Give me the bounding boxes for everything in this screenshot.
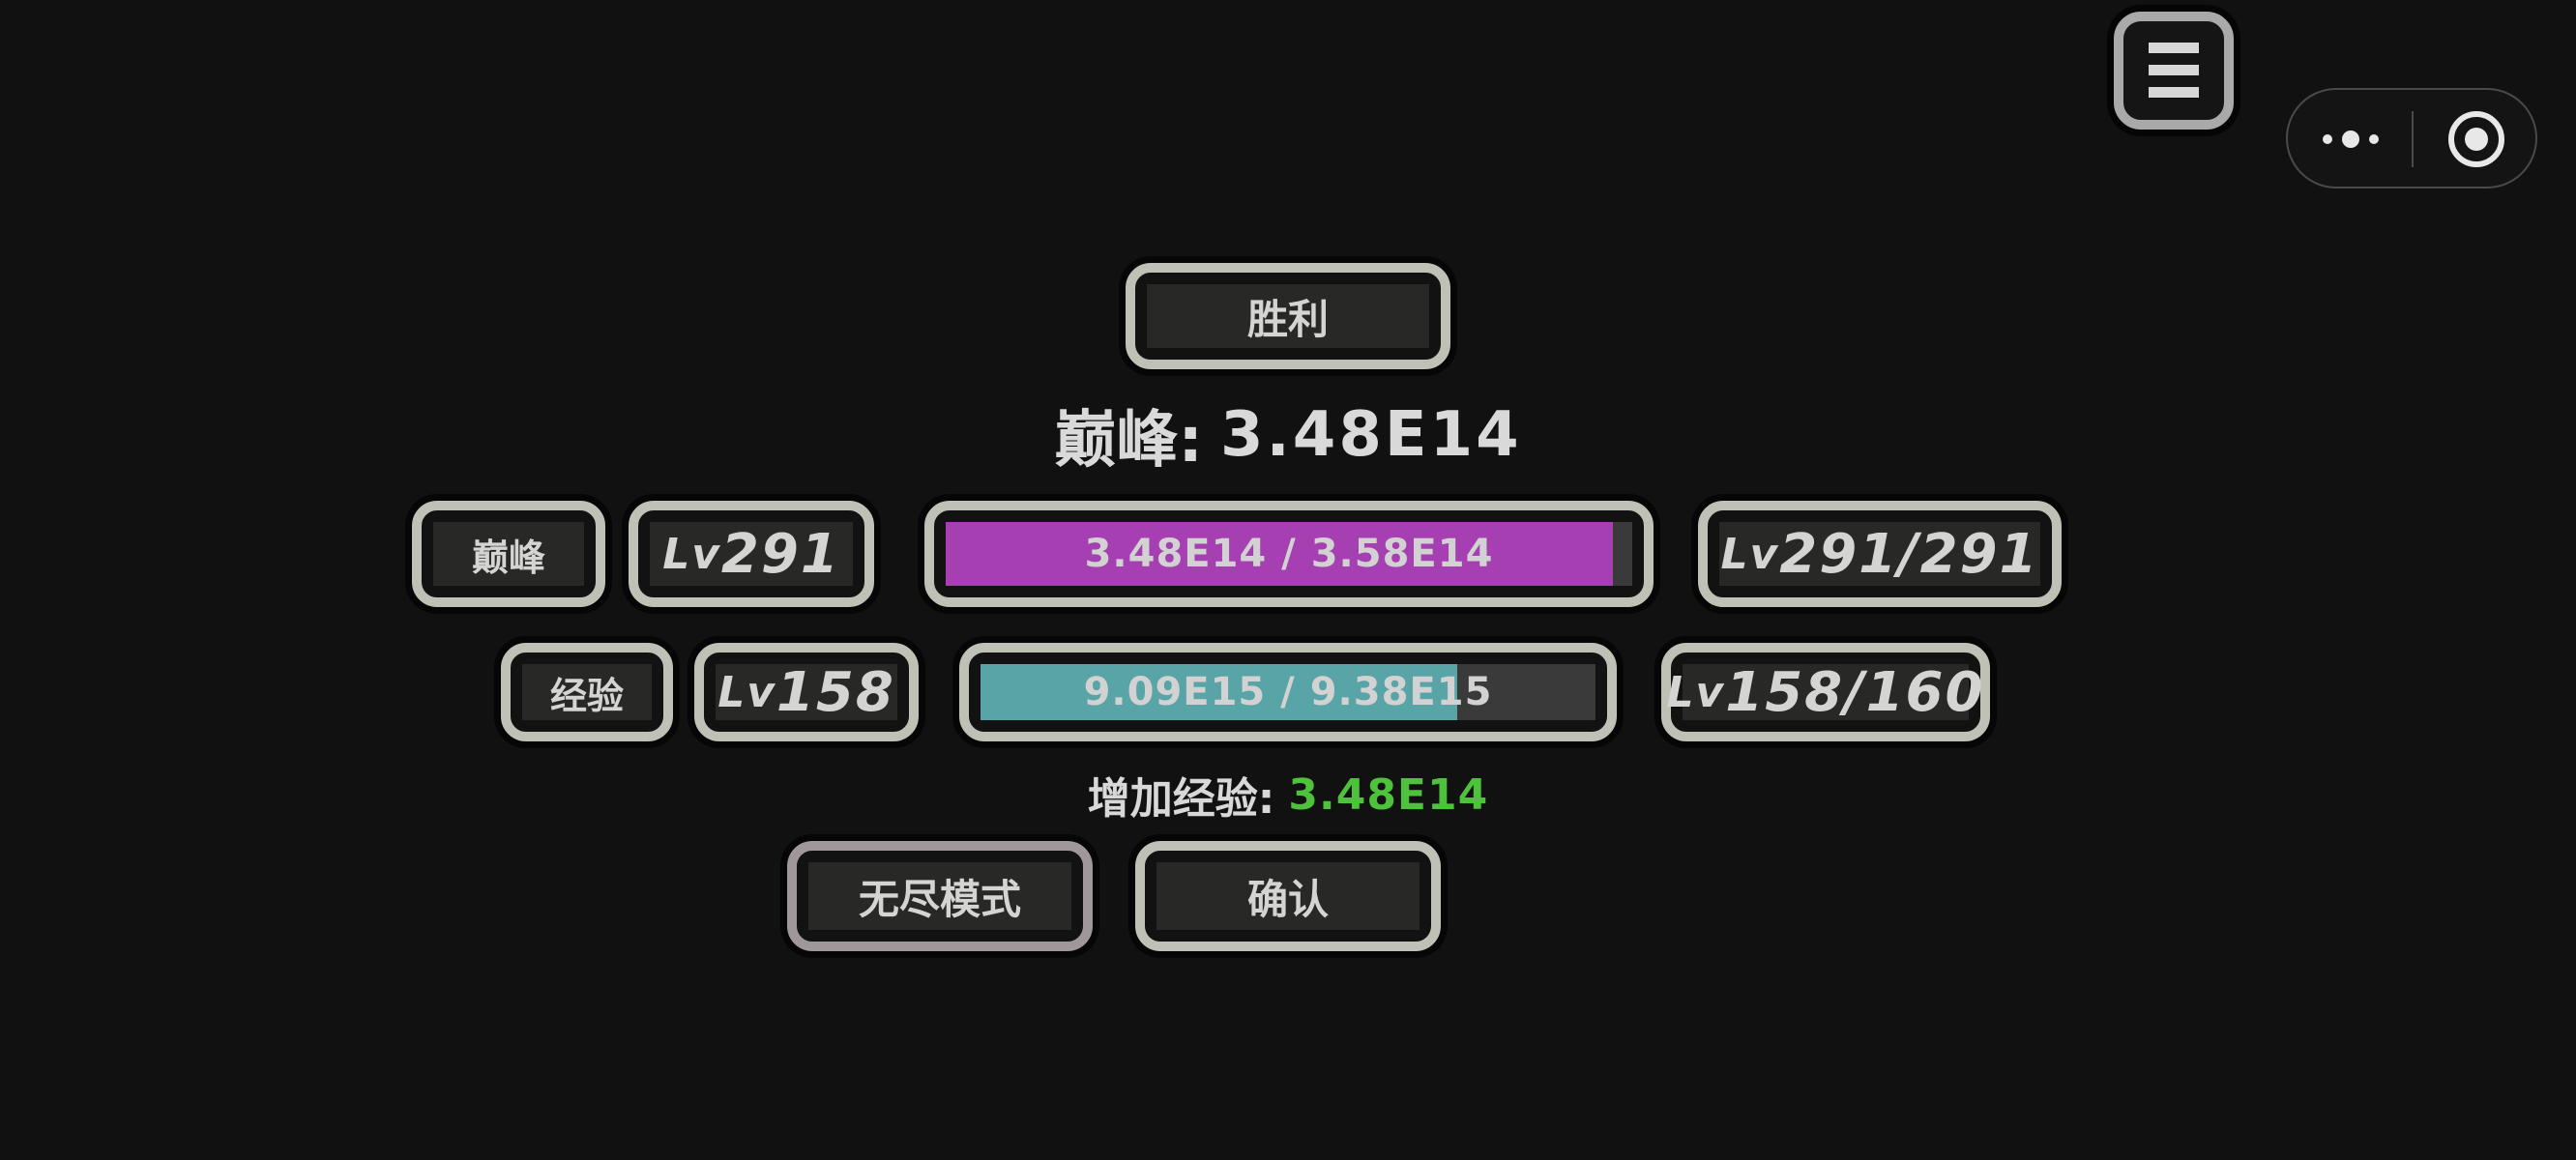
exp-progress-bar: 9.09E15 / 9.38E15	[959, 643, 1617, 741]
peak-level-box: Lv 291	[629, 501, 874, 607]
confirm-button[interactable]: 确认	[1135, 841, 1441, 951]
peak-progress-bar: 3.48E14 / 3.58E14	[924, 501, 1654, 607]
exp-progress-text: 9.09E15 / 9.38E15	[1083, 670, 1493, 714]
peak-level: Lv 291	[650, 522, 853, 586]
exp-level: Lv 158	[716, 661, 897, 724]
exp-label: 经验	[522, 664, 652, 720]
exp-gain: 增加经验: 3.48E14	[967, 764, 1609, 826]
peak-level-range-value: 291/291	[1779, 522, 2039, 586]
menu-button[interactable]	[2114, 12, 2234, 130]
peak-summary-value: 3.48E14	[1219, 399, 1522, 471]
endless-mode-button[interactable]: 无尽模式	[787, 841, 1093, 951]
exp-label-box: 经验	[501, 643, 673, 741]
menu-icon	[2149, 43, 2199, 53]
lv-prefix: Lv	[1720, 529, 1780, 579]
exp-level-range: Lv 158/160	[1667, 661, 1983, 724]
peak-level-value: 291	[720, 522, 840, 586]
exp-gain-label: 增加经验:	[1087, 774, 1275, 824]
lv-prefix: Lv	[1666, 667, 1726, 717]
peak-level-range-box: Lv 291/291	[1698, 501, 2062, 607]
peak-summary-label: 巅峰:	[1054, 405, 1203, 477]
exp-level-range-box: Lv 158/160	[1661, 643, 1990, 741]
exp-level-range-value: 158/160	[1725, 660, 1985, 724]
endless-mode-label: 无尽模式	[808, 862, 1071, 930]
peak-summary: 巅峰: 3.48E14	[967, 392, 1609, 478]
capsule-divider	[2412, 111, 2414, 167]
exp-level-value: 158	[776, 660, 895, 724]
more-dots-icon[interactable]	[2311, 109, 2398, 169]
peak-level-range: Lv 291/291	[1719, 522, 2040, 586]
peak-progress-text: 3.48E14 / 3.58E14	[1084, 532, 1494, 576]
lv-prefix: Lv	[662, 529, 721, 579]
exp-level-box: Lv 158	[694, 643, 919, 741]
exp-gain-value: 3.48E14	[1288, 769, 1489, 820]
confirm-label: 确认	[1156, 862, 1420, 930]
menu-icon-line	[2149, 87, 2199, 98]
peak-label-box: 巅峰	[412, 501, 605, 607]
mini-program-capsule	[2286, 88, 2537, 188]
lv-prefix: Lv	[717, 667, 776, 717]
peak-label: 巅峰	[433, 522, 584, 586]
menu-icon-line	[2149, 65, 2199, 75]
victory-title: 胜利	[1147, 284, 1429, 348]
victory-title-box: 胜利	[1126, 263, 1450, 369]
